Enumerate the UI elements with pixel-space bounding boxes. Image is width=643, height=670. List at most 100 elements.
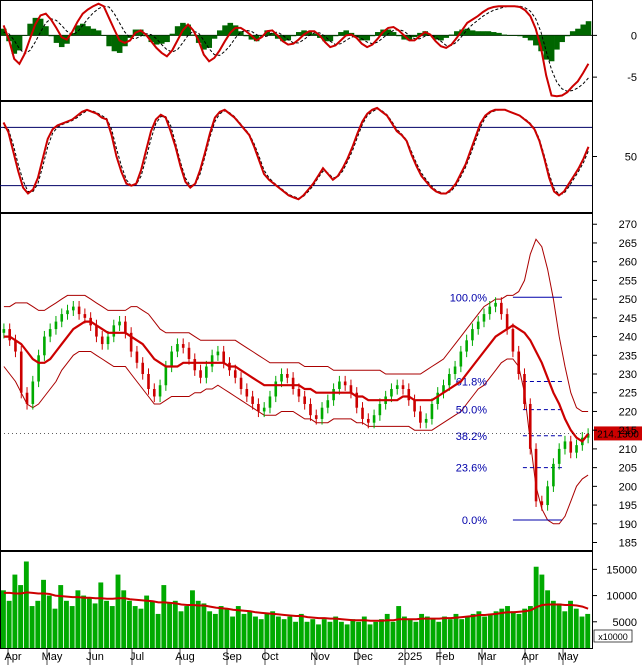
price-panel-frame xyxy=(0,213,593,551)
macd-histogram-bar xyxy=(569,31,576,36)
candle-body xyxy=(332,388,335,401)
volume-bar xyxy=(247,611,253,648)
candle-body xyxy=(164,366,168,386)
macd-histogram-bar xyxy=(174,26,181,36)
volume-bar xyxy=(493,611,499,648)
volume-bar xyxy=(98,582,104,648)
macd-histogram-bar xyxy=(527,35,534,41)
candle-body xyxy=(176,344,179,352)
volume-bar xyxy=(6,600,12,648)
volume-bar xyxy=(384,613,390,648)
volume-bar xyxy=(333,616,339,648)
volume-bar xyxy=(109,606,115,648)
price-y-tick-label: 260 xyxy=(619,257,637,269)
candle-body xyxy=(476,321,480,330)
volume-bar xyxy=(453,613,459,648)
macd-histogram-bar xyxy=(443,35,450,38)
macd-histogram-bar xyxy=(159,35,165,44)
volume-bar xyxy=(350,619,356,648)
volume-bar xyxy=(573,608,579,648)
macd-histogram-bar xyxy=(22,35,28,36)
fib-level-label: 50.0% xyxy=(456,405,487,417)
macd-histogram-bar xyxy=(485,31,492,36)
candle-body xyxy=(274,381,278,397)
volume-bar xyxy=(75,590,81,648)
candle-body xyxy=(488,306,492,315)
price-moving-average xyxy=(3,320,589,443)
candle-body xyxy=(361,407,364,419)
volume-bar xyxy=(144,595,150,648)
x-axis-month-label: Mar xyxy=(478,651,497,663)
candle-body xyxy=(575,445,578,453)
volume-bar xyxy=(201,603,207,648)
volume-unit-label: x10000 xyxy=(598,632,628,642)
volume-bar xyxy=(207,611,213,648)
price-y-tick-label: 210 xyxy=(619,444,637,456)
candle-body xyxy=(48,329,52,337)
candle-body xyxy=(419,411,422,423)
macd-histogram-bar xyxy=(169,33,176,36)
volume-bar xyxy=(516,613,522,648)
candles xyxy=(2,297,590,511)
candle-body xyxy=(378,403,382,416)
candle-body xyxy=(523,374,526,404)
volume-bar xyxy=(396,606,402,648)
candle-body xyxy=(343,381,347,386)
candle-body xyxy=(552,463,555,487)
macd-histogram-bar xyxy=(501,34,508,36)
macd-histogram-bar xyxy=(517,35,523,37)
volume-bar xyxy=(499,608,505,648)
volume-bar xyxy=(464,616,470,648)
volume-bar xyxy=(338,621,344,648)
macd-histogram-bar xyxy=(559,35,565,43)
price-y-tick-label: 195 xyxy=(619,500,637,512)
macd-panel xyxy=(0,2,592,98)
macd-y-axis: 0 -5 xyxy=(592,30,637,84)
price-y-tick-label: 215 xyxy=(619,425,637,437)
macd-histogram-bar xyxy=(164,35,170,43)
macd-histogram-bar xyxy=(522,35,529,38)
candle-body xyxy=(152,388,156,397)
volume-y-axis: 15000 10000 5000 xyxy=(592,564,637,629)
macd-y-tick-label: -5 xyxy=(627,72,637,84)
candle-body xyxy=(262,407,266,412)
volume-bar xyxy=(92,603,98,648)
candle-body xyxy=(2,329,6,333)
volume-bar xyxy=(293,621,299,648)
volume-bar xyxy=(344,624,350,648)
candle-body xyxy=(471,329,474,341)
volume-bar xyxy=(447,619,453,648)
volume-bar xyxy=(298,613,304,648)
macd-histogram-bar xyxy=(211,35,218,39)
macd-histogram-bar xyxy=(106,35,112,47)
volume-y-tick-label: 15000 xyxy=(606,564,637,576)
volume-bar xyxy=(430,619,436,648)
candle-body xyxy=(245,388,249,397)
candle-body xyxy=(124,321,127,333)
candle-body xyxy=(100,336,104,345)
price-y-tick-label: 265 xyxy=(619,238,637,250)
volume-y-tick-label: 5000 xyxy=(613,617,637,629)
macd-histogram-bar xyxy=(296,32,302,36)
volume-bar xyxy=(132,606,138,648)
macd-histogram-bar xyxy=(575,28,581,36)
volume-bar xyxy=(241,613,247,648)
x-axis-month-label: Apr xyxy=(521,651,538,663)
volume-bar xyxy=(356,621,362,648)
volume-panel: x10000 xyxy=(1,561,633,648)
macd-histogram-bar xyxy=(332,35,339,37)
x-axis-month-label: Nov xyxy=(310,651,330,663)
price-y-tick-label: 225 xyxy=(619,388,637,400)
macd-histogram-bar xyxy=(290,35,297,37)
macd-histogram-bar xyxy=(90,28,97,36)
volume-bar xyxy=(115,574,121,648)
macd-histogram-bar xyxy=(43,26,49,36)
volume-bar xyxy=(424,616,430,648)
candle-body xyxy=(320,407,324,419)
price-panel: 100.0%61.8%50.0%38.2%23.6%0.0%214.1300 xyxy=(0,238,642,527)
x-axis: Apr May Jun Jul Aug Sep Oct Nov Dec 2025 Feb Mar Apr… xyxy=(4,649,579,665)
candle-body xyxy=(280,374,283,382)
volume-bar xyxy=(390,621,396,648)
volume-bar xyxy=(556,603,562,648)
volume-bar xyxy=(373,621,379,648)
